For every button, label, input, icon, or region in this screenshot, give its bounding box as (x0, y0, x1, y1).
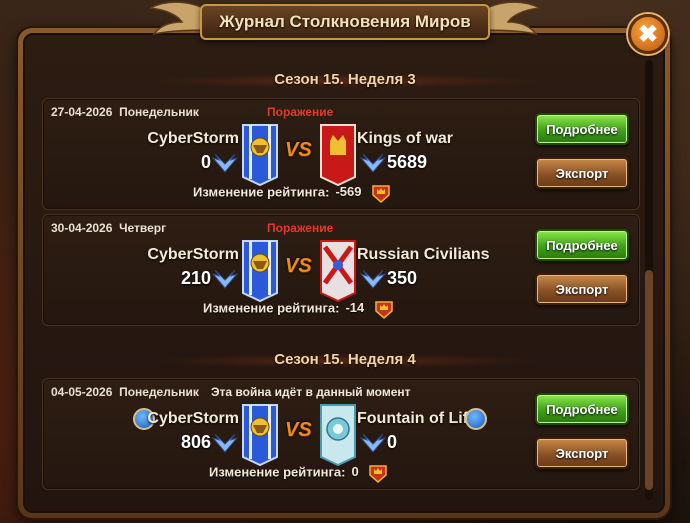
wings-rank-icon (359, 270, 387, 289)
cyberstorm-banner-icon (242, 404, 278, 467)
export-button[interactable]: Экспорт (535, 437, 629, 469)
season-header: Сезон 15. Неделя 3 (274, 71, 416, 88)
rating-change: Изменение рейтинга: -14 (203, 299, 394, 319)
crown-shield-icon (372, 185, 390, 203)
rating-value: -14 (345, 300, 365, 316)
export-button[interactable]: Экспорт (535, 273, 629, 305)
left-guild-name: CyberStorm (147, 130, 239, 147)
left-score: 210 (180, 268, 211, 288)
rating-value: -569 (335, 184, 362, 200)
window-title: Журнал Столкновения Миров (219, 12, 471, 31)
left-guild-name: CyberStorm (147, 410, 239, 427)
details-button[interactable]: Подробнее (535, 393, 629, 425)
close-icon: ✖ (637, 20, 659, 48)
details-button[interactable]: Подробнее (535, 113, 629, 145)
right-guild-name: Kings of war (357, 130, 454, 147)
battle-date: 30-04-2026 Четверг (51, 221, 167, 235)
right-guild-name: Fountain of Life (357, 410, 477, 427)
rating-change: Изменение рейтинга: 0 (209, 463, 388, 483)
rating-change: Изменение рейтинга: -569 (193, 183, 391, 203)
battle-card: 30-04-2026 Четверг Поражение CyberStorm … (42, 214, 640, 326)
rating-label: Изменение рейтинга: (203, 300, 340, 316)
battle-result: Поражение (267, 221, 334, 235)
russian-civilians-banner-icon (320, 240, 356, 303)
guild-member-icon[interactable] (465, 408, 487, 430)
rating-label: Изменение рейтинга: (193, 184, 330, 200)
details-button[interactable]: Подробнее (535, 229, 629, 261)
wings-rank-icon (211, 270, 239, 289)
season-header: Сезон 15. Неделя 4 (274, 351, 416, 368)
wings-rank-icon (211, 154, 239, 173)
right-score: 0 (387, 432, 398, 452)
scrollbar[interactable] (645, 60, 653, 500)
battle-result: Поражение (267, 105, 334, 119)
right-score: 350 (387, 268, 418, 288)
crown-shield-icon (375, 301, 393, 319)
fountain-of-life-banner-icon (320, 404, 356, 467)
left-guild-name: CyberStorm (147, 246, 239, 263)
versus-label: VS (285, 139, 312, 161)
close-button[interactable]: ✖ (628, 14, 668, 54)
right-guild-name: Russian Civilians (357, 246, 490, 263)
battle-date: 27-04-2026 Понедельник (51, 105, 199, 119)
left-score: 0 (200, 152, 211, 172)
wings-rank-icon (211, 434, 239, 453)
rating-label: Изменение рейтинга: (209, 464, 346, 480)
battle-card: 27-04-2026 Понедельник Поражение CyberSt… (42, 98, 640, 210)
wings-rank-icon (359, 434, 387, 453)
battle-status: Эта война идёт в данный момент (211, 385, 411, 399)
cyberstorm-banner-icon (242, 240, 278, 303)
left-score: 806 (180, 432, 211, 452)
versus-label: VS (285, 255, 312, 277)
scrollbar-thumb[interactable] (645, 270, 653, 490)
right-score: 5689 (387, 152, 428, 172)
rating-value: 0 (351, 464, 359, 480)
versus-label: VS (285, 419, 312, 441)
export-button[interactable]: Экспорт (535, 157, 629, 189)
kings-of-war-banner-icon (320, 124, 356, 187)
cyberstorm-banner-icon (242, 124, 278, 187)
battle-card: 04-05-2026 Понедельник Эта война идёт в … (42, 378, 640, 490)
wings-rank-icon (359, 154, 387, 173)
crown-shield-icon (369, 465, 388, 483)
window-title-banner: Журнал Столкновения Миров (200, 4, 490, 40)
battle-date: 04-05-2026 Понедельник (51, 385, 199, 399)
